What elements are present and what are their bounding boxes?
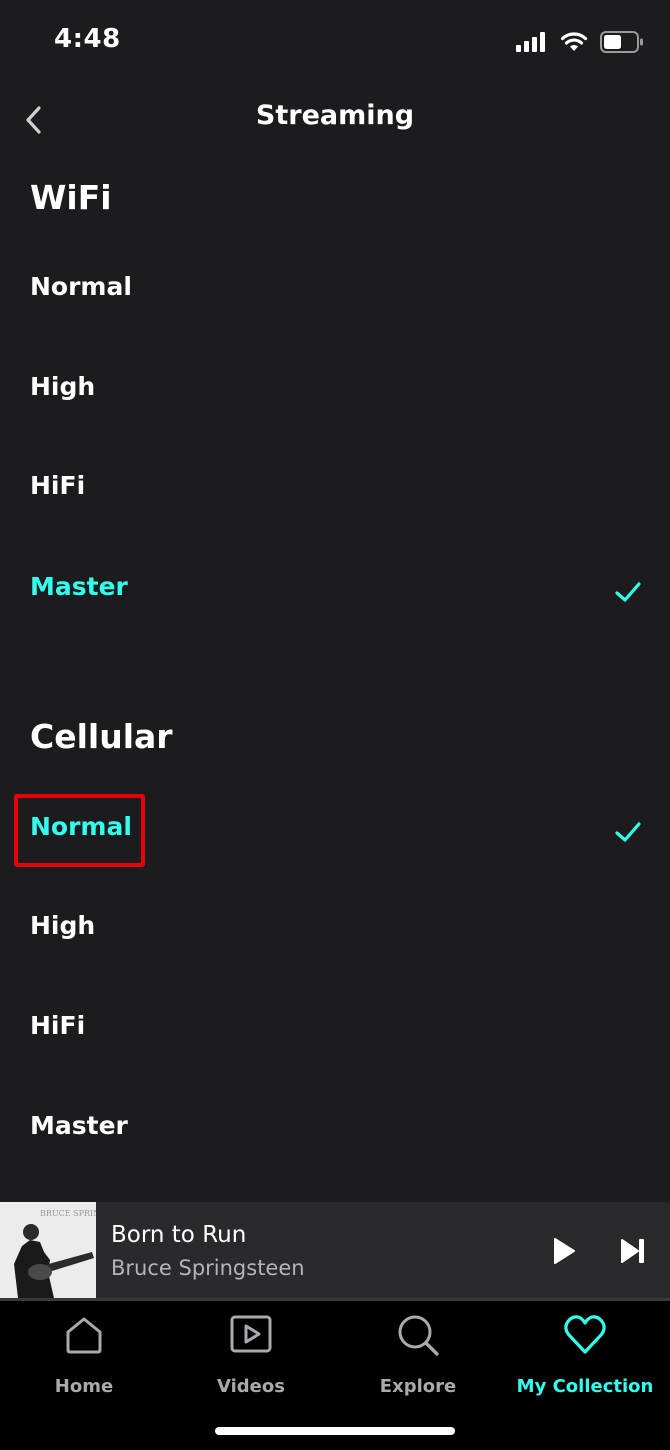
option-label: Normal [30, 272, 132, 301]
home-icon [66, 1317, 102, 1354]
tab-label: Videos [217, 1376, 285, 1397]
cellular-option-high[interactable]: High [0, 899, 670, 963]
page-title: Streaming [255, 100, 415, 131]
status-icons [516, 30, 644, 54]
wifi-option-high[interactable]: High [0, 360, 670, 424]
nav-header: Streaming [0, 84, 670, 154]
checkmark-icon [615, 582, 641, 602]
heart-icon [564, 1315, 606, 1354]
status-bar: 4:48 [0, 0, 670, 84]
wifi-option-master[interactable]: Master [0, 560, 670, 624]
album-cover-image: BRUCE SPRINGSTEEN [0, 1202, 96, 1298]
tab-my-collection[interactable]: My Collection [505, 1313, 665, 1397]
option-label: Master [30, 1111, 128, 1140]
wifi-icon [560, 32, 588, 51]
tab-label: Home [54, 1376, 114, 1397]
cellular-option-normal[interactable]: Normal [0, 800, 670, 864]
tab-videos[interactable]: Videos [171, 1313, 331, 1397]
signal-icon [516, 32, 545, 52]
mini-player[interactable]: BRUCE SPRINGSTEEN Born to Run Bruce Spri… [0, 1202, 670, 1298]
status-time: 4:48 [54, 24, 121, 54]
cellular-option-master[interactable]: Master [0, 1099, 670, 1163]
play-icon [554, 1238, 575, 1264]
tab-home[interactable]: Home [4, 1313, 164, 1397]
option-label: HiFi [30, 1011, 86, 1040]
streaming-settings-screen: 4:48 Streaming WiFi Normal High HiFi Mas… [0, 0, 670, 1450]
option-label: Normal [30, 812, 132, 841]
cellular-section-title: Cellular [30, 717, 173, 756]
tab-bar: Home Videos Explore My Collection [0, 1301, 670, 1450]
home-indicator[interactable] [215, 1427, 455, 1435]
option-label: HiFi [30, 471, 86, 500]
option-label: Master [30, 572, 128, 601]
tab-label: Explore [379, 1376, 457, 1397]
video-icon [230, 1315, 272, 1353]
track-artist[interactable]: Bruce Springsteen [111, 1256, 305, 1280]
skip-next-icon [621, 1239, 644, 1263]
tab-explore[interactable]: Explore [338, 1313, 498, 1397]
search-icon [398, 1315, 439, 1356]
album-art[interactable]: BRUCE SPRINGSTEEN [0, 1202, 96, 1298]
battery-icon [600, 31, 643, 53]
album-art-text: BRUCE SPRINGSTEEN [40, 1209, 96, 1218]
next-button[interactable] [618, 1236, 648, 1266]
option-label: High [30, 372, 96, 401]
wifi-option-hifi[interactable]: HiFi [0, 459, 670, 523]
wifi-section-title: WiFi [30, 178, 112, 217]
track-title[interactable]: Born to Run [111, 1222, 246, 1248]
option-label: High [30, 911, 96, 940]
play-button[interactable] [546, 1234, 580, 1268]
checkmark-icon [615, 822, 641, 842]
wifi-option-normal[interactable]: Normal [0, 260, 670, 324]
cellular-option-hifi[interactable]: HiFi [0, 999, 670, 1063]
tab-label: My Collection [516, 1376, 654, 1397]
